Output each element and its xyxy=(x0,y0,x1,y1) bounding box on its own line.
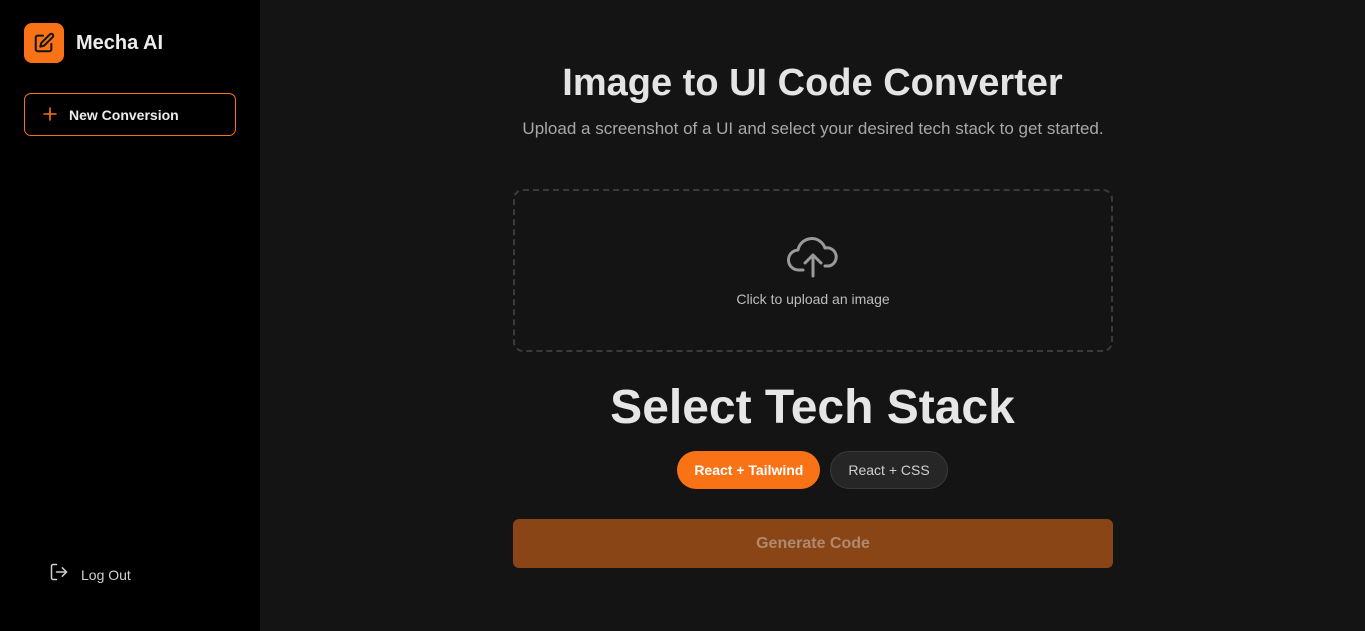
tech-stack-options: React + Tailwind React + CSS xyxy=(260,451,1365,489)
image-upload-dropzone[interactable]: Click to upload an image xyxy=(513,189,1113,352)
upload-prompt: Click to upload an image xyxy=(736,291,890,307)
sidebar: Mecha AI New Conversion Log Out xyxy=(0,0,260,631)
generate-code-button[interactable]: Generate Code xyxy=(513,519,1113,568)
main-content: Image to UI Code Converter Upload a scre… xyxy=(260,0,1365,631)
new-conversion-button[interactable]: New Conversion xyxy=(24,93,236,136)
logout-button[interactable]: Log Out xyxy=(49,562,131,587)
logout-icon xyxy=(49,562,69,587)
logout-label: Log Out xyxy=(81,566,131,583)
new-conversion-label: New Conversion xyxy=(69,106,179,123)
option-react-tailwind[interactable]: React + Tailwind xyxy=(677,451,821,489)
brand-name: Mecha AI xyxy=(76,31,164,54)
page-subtitle: Upload a screenshot of a UI and select y… xyxy=(522,119,1104,138)
app-root: Mecha AI New Conversion Log Out Image to… xyxy=(0,0,1365,631)
tech-stack-title: Select Tech Stack xyxy=(610,381,1015,434)
plus-icon xyxy=(43,105,57,125)
page-title: Image to UI Code Converter xyxy=(562,62,1063,104)
cloud-upload-icon xyxy=(787,234,839,283)
option-react-css[interactable]: React + CSS xyxy=(830,451,948,489)
edit-square-icon xyxy=(24,23,64,63)
brand: Mecha AI xyxy=(24,23,163,63)
